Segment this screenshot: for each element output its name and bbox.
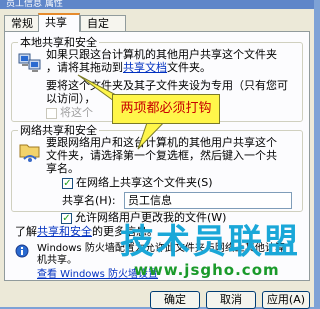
ok-button[interactable]: 确定 [150, 291, 200, 309]
watermark-url: www.jsgho.com [134, 261, 280, 279]
window-titlebar: 员工信息 属性 [0, 0, 314, 9]
tab-sharing[interactable]: 共享 [38, 13, 80, 32]
apply-button[interactable]: 应用(A) [262, 291, 310, 309]
properties-dialog: 常规 共享 自定义 本地共享和安全 如果只跟这台计算机的其他用户共享这个文件夹 … [0, 9, 314, 309]
cancel-button[interactable]: 取消 [206, 291, 256, 309]
annotation-callout: 两项都必须打钩 [112, 94, 220, 124]
window-title: 员工信息 属性 [6, 0, 63, 9]
watermark-logo: 技术员联盟 [120, 222, 300, 262]
